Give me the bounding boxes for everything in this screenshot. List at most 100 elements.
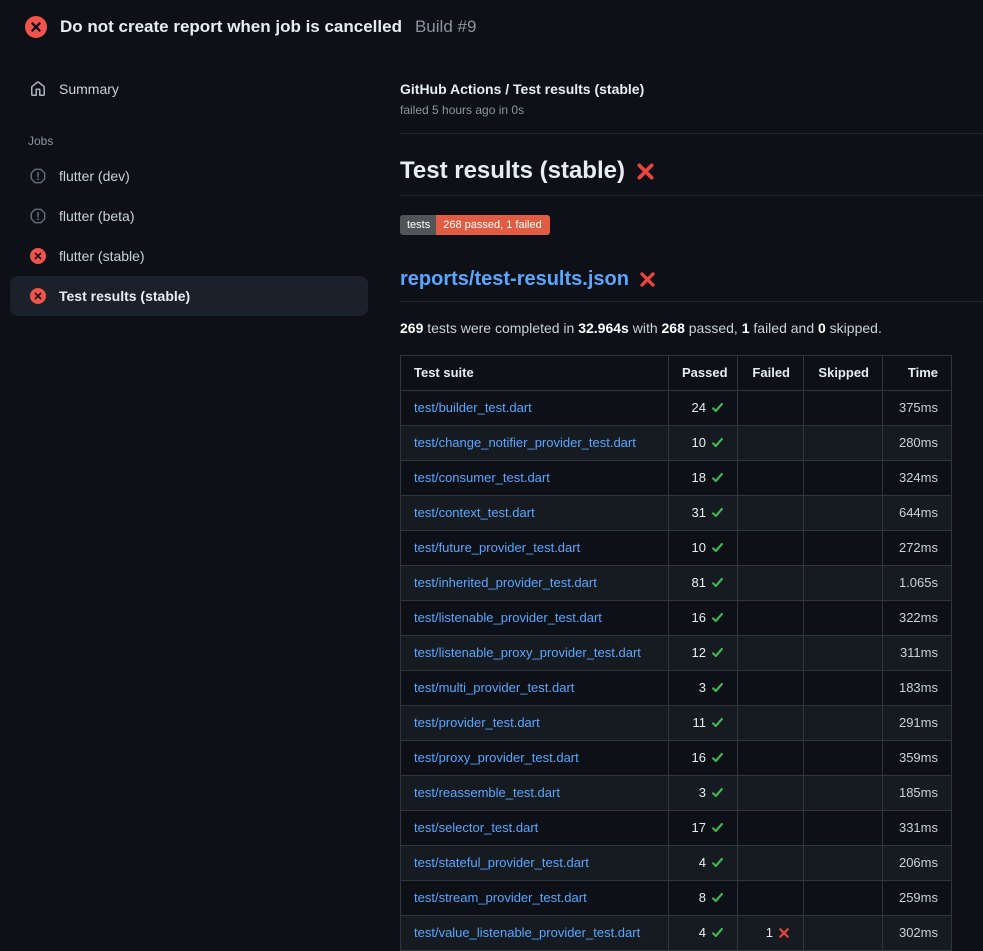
- summary-part: 0: [818, 320, 826, 336]
- passed-cell: 4: [669, 845, 738, 880]
- test-suite-cell: test/proxy_provider_test.dart: [401, 740, 669, 775]
- table-row: test/listenable_provider_test.dart16322m…: [401, 600, 952, 635]
- skipped-cell: [804, 775, 883, 810]
- sidebar-item-label: Summary: [59, 81, 119, 97]
- home-icon: [30, 81, 46, 97]
- sidebar-item-flutter-stable[interactable]: flutter (stable): [10, 236, 368, 276]
- time-cell: 259ms: [883, 880, 952, 915]
- column-header-time: Time: [883, 355, 952, 390]
- test-suite-link[interactable]: test/builder_test.dart: [414, 400, 532, 415]
- test-suite-link[interactable]: test/change_notifier_provider_test.dart: [414, 435, 636, 450]
- check-icon: [711, 401, 724, 414]
- x-circle-icon: [30, 288, 46, 304]
- results-summary-text: 269 tests were completed in 32.964s with…: [400, 319, 983, 339]
- test-suite-link[interactable]: test/consumer_test.dart: [414, 470, 550, 485]
- skipped-cell: [804, 390, 883, 425]
- report-title-link[interactable]: reports/test-results.json: [400, 268, 629, 291]
- test-suite-link[interactable]: test/future_provider_test.dart: [414, 540, 580, 555]
- test-suite-link[interactable]: test/inherited_provider_test.dart: [414, 575, 597, 590]
- test-suite-cell: test/stream_provider_test.dart: [401, 880, 669, 915]
- sidebar-item-summary[interactable]: Summary: [10, 69, 368, 109]
- test-suite-cell: test/multi_provider_test.dart: [401, 670, 669, 705]
- sidebar-item-flutter-beta[interactable]: flutter (beta): [10, 196, 368, 236]
- passed-cell: 8: [669, 880, 738, 915]
- passed-cell: 16: [669, 740, 738, 775]
- table-row: test/provider_test.dart11291ms: [401, 705, 952, 740]
- results-table-body: test/builder_test.dart24375mstest/change…: [401, 390, 952, 950]
- test-suite-cell: test/listenable_provider_test.dart: [401, 600, 669, 635]
- passed-cell: 81: [669, 565, 738, 600]
- time-cell: 272ms: [883, 530, 952, 565]
- x-icon: [778, 927, 790, 939]
- sidebar-item-test-results-stable[interactable]: Test results (stable): [10, 276, 368, 316]
- test-suite-cell: test/change_notifier_provider_test.dart: [401, 425, 669, 460]
- table-row: test/builder_test.dart24375ms: [401, 390, 952, 425]
- test-suite-cell: test/provider_test.dart: [401, 705, 669, 740]
- summary-part: 1: [742, 320, 750, 336]
- check-icon: [711, 856, 724, 869]
- sidebar-jobs-list: flutter (dev) flutter (beta) flutter (stab…: [10, 156, 368, 316]
- passed-cell: 16: [669, 600, 738, 635]
- badge-value: 268 passed, 1 failed: [436, 215, 549, 235]
- time-cell: 324ms: [883, 460, 952, 495]
- table-row: test/reassemble_test.dart3185ms: [401, 775, 952, 810]
- test-suite-cell: test/inherited_provider_test.dart: [401, 565, 669, 600]
- test-suite-cell: test/context_test.dart: [401, 495, 669, 530]
- x-circle-icon: [25, 16, 47, 38]
- summary-part: failed and: [750, 320, 819, 336]
- table-row: test/future_provider_test.dart 10 272ms: [401, 530, 952, 565]
- test-suite-cell: test/future_provider_test.dart: [401, 530, 669, 565]
- test-suite-cell: test/value_listenable_provider_test.dart: [401, 915, 669, 950]
- column-header-passed: Passed: [669, 355, 738, 390]
- test-suite-link[interactable]: test/provider_test.dart: [414, 715, 540, 730]
- passed-cell: 3: [669, 670, 738, 705]
- passed-cell: 31: [669, 495, 738, 530]
- test-suite-link[interactable]: test/proxy_provider_test.dart: [414, 750, 579, 765]
- skipped-cell: [804, 670, 883, 705]
- table-row: test/selector_test.dart17331ms: [401, 810, 952, 845]
- table-row: test/stream_provider_test.dart 8 259ms: [401, 880, 952, 915]
- test-suite-cell: test/consumer_test.dart: [401, 460, 669, 495]
- failed-cell: [738, 775, 804, 810]
- test-suite-link[interactable]: test/selector_test.dart: [414, 820, 538, 835]
- test-suite-link[interactable]: test/context_test.dart: [414, 505, 535, 520]
- test-suite-link[interactable]: test/stream_provider_test.dart: [414, 890, 587, 905]
- table-row: test/value_listenable_provider_test.dart…: [401, 915, 952, 950]
- sidebar-item-label: flutter (beta): [59, 208, 134, 224]
- test-suite-link[interactable]: test/multi_provider_test.dart: [414, 680, 574, 695]
- x-mark-icon: [639, 271, 656, 288]
- table-row: test/consumer_test.dart18324ms: [401, 460, 952, 495]
- failed-cell: [738, 845, 804, 880]
- time-cell: 1.065s: [883, 565, 952, 600]
- skipped-cell: [804, 600, 883, 635]
- test-suite-link[interactable]: test/value_listenable_provider_test.dart: [414, 925, 640, 940]
- time-cell: 331ms: [883, 810, 952, 845]
- check-icon: [711, 786, 724, 799]
- skipped-cell: [804, 635, 883, 670]
- jobs-section-label: Jobs: [28, 134, 368, 148]
- check-icon: [711, 541, 724, 554]
- check-icon: [711, 611, 724, 624]
- section-title: Test results (stable): [400, 157, 625, 185]
- sidebar-item-flutter-dev[interactable]: flutter (dev): [10, 156, 368, 196]
- test-suite-link[interactable]: test/listenable_provider_test.dart: [414, 610, 602, 625]
- table-row: test/change_notifier_provider_test.dart1…: [401, 425, 952, 460]
- passed-cell: 11: [669, 705, 738, 740]
- table-row: test/inherited_provider_test.dart 81 1.065…: [401, 565, 952, 600]
- tests-status-badge: tests 268 passed, 1 failed: [400, 215, 550, 235]
- failed-cell: [738, 880, 804, 915]
- test-suite-link[interactable]: test/reassemble_test.dart: [414, 785, 560, 800]
- x-circle-icon: [30, 248, 46, 264]
- time-cell: 185ms: [883, 775, 952, 810]
- passed-cell: 24: [669, 390, 738, 425]
- passed-cell: 10: [669, 530, 738, 565]
- failed-cell: [738, 670, 804, 705]
- test-suite-link[interactable]: test/stateful_provider_test.dart: [414, 855, 589, 870]
- failed-cell: [738, 705, 804, 740]
- skipped-cell: [804, 740, 883, 775]
- check-icon: [711, 646, 724, 659]
- summary-part: 269: [400, 320, 423, 336]
- skipped-cell: [804, 845, 883, 880]
- test-suite-link[interactable]: test/listenable_proxy_provider_test.dart: [414, 645, 641, 660]
- page-title: Do not create report when job is cancell…: [60, 17, 402, 37]
